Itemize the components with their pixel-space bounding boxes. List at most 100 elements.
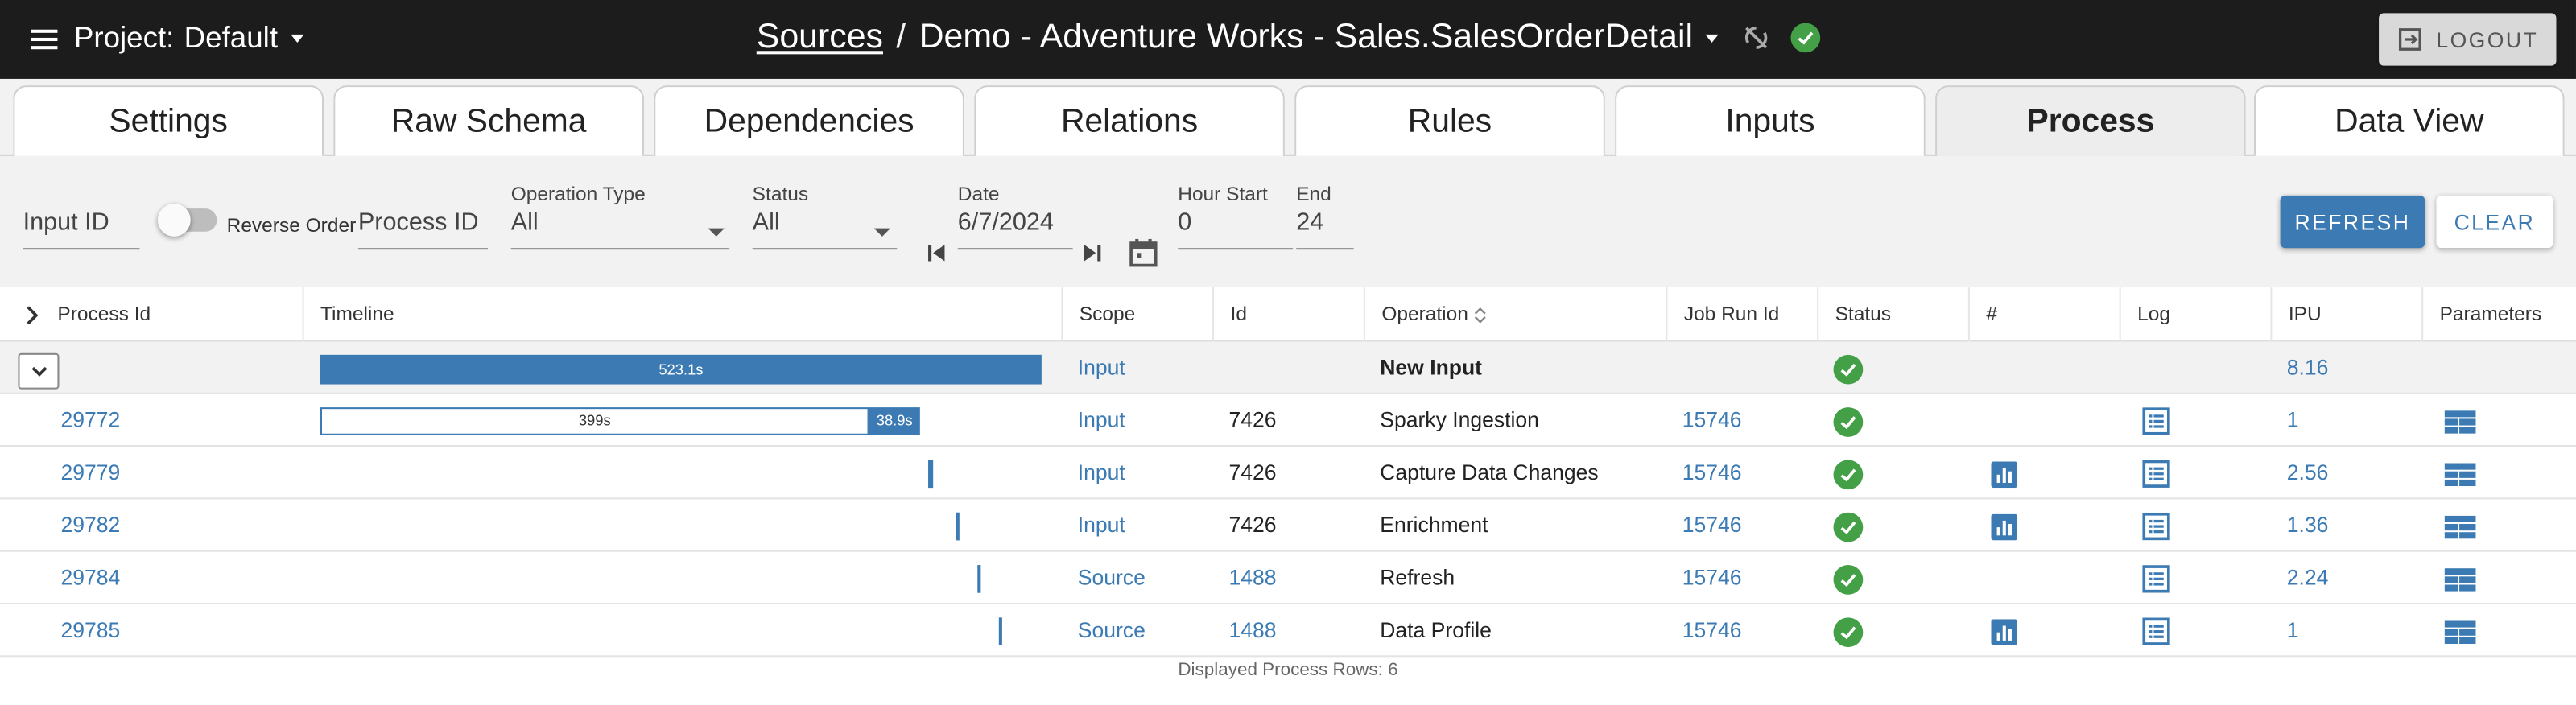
scope-link[interactable]: Input — [1061, 341, 1125, 394]
tab-inputs[interactable]: Inputs — [1615, 85, 1926, 156]
log-icon[interactable] — [2142, 565, 2170, 593]
table-view-icon[interactable] — [2444, 410, 2476, 433]
sync-disabled-icon[interactable] — [1740, 23, 1770, 53]
col-header-operation-label: Operation — [1381, 302, 1468, 326]
process-id-link[interactable]: 29784 — [44, 552, 121, 604]
scope-link[interactable]: Source — [1061, 552, 1146, 604]
log-icon[interactable] — [2142, 460, 2170, 489]
calendar-icon[interactable] — [1127, 237, 1160, 270]
status-select[interactable]: Status All — [752, 156, 898, 287]
timeline-bar — [998, 617, 1002, 646]
log-icon[interactable] — [2142, 513, 2170, 541]
status-cell — [1817, 604, 1864, 657]
end-value: 24 — [1296, 208, 1324, 237]
col-header-parameters: Parameters — [2421, 287, 2541, 342]
process-id-link[interactable]: 29772 — [44, 394, 121, 447]
end-label: End — [1296, 182, 1331, 206]
filter-bar: Input ID Reverse Order Process ID Operat… — [0, 155, 2576, 288]
job-run-id-link[interactable]: 15746 — [1666, 447, 1742, 499]
scope-link[interactable]: Input — [1061, 394, 1125, 447]
process-id-field[interactable]: Process ID — [357, 156, 489, 287]
table-view-icon[interactable] — [2444, 462, 2476, 486]
breadcrumb-sources-link[interactable]: Sources — [757, 18, 883, 57]
operation-name: Sparky Ingestion — [1380, 407, 1539, 432]
tab-settings[interactable]: Settings — [13, 85, 324, 156]
job-run-id-link[interactable]: 15746 — [1666, 499, 1742, 551]
ipu-value[interactable]: 8.16 — [2270, 341, 2329, 394]
tab-label: Inputs — [1725, 102, 1815, 139]
table-view-icon[interactable] — [2444, 514, 2476, 538]
table-row: 29772 399s 38.9s Input 7426 Sparky Inges… — [0, 394, 2576, 447]
breadcrumb: Sources / Demo - Adventure Works - Sales… — [0, 18, 2576, 57]
hour-start-value: 0 — [1178, 208, 1192, 237]
bar-chart-icon[interactable] — [1991, 618, 2018, 645]
previous-day-icon[interactable] — [925, 241, 948, 265]
scope-link[interactable]: Input — [1061, 499, 1125, 551]
ipu-value[interactable]: 1 — [2270, 394, 2299, 447]
process-id-link[interactable]: 29785 — [44, 604, 121, 657]
log-icon[interactable] — [2142, 407, 2170, 435]
col-header-job-run-id: Job Run Id — [1666, 287, 1779, 342]
reverse-order-label: Reverse Order — [226, 213, 357, 237]
parameters-cell — [2428, 447, 2476, 499]
id-value: 7426 — [1228, 512, 1277, 538]
bar-chart-icon[interactable] — [1991, 460, 2018, 488]
process-id-link[interactable]: 29779 — [44, 447, 121, 499]
collapse-group-button[interactable] — [18, 352, 60, 390]
col-header-timeline: Timeline — [302, 287, 394, 342]
ipu-value[interactable]: 1 — [2270, 604, 2299, 657]
table-row-group: 523.1s Input New Input 8.16 — [0, 341, 2576, 394]
status-ok-icon — [1790, 23, 1820, 53]
chevron-right-icon[interactable] — [23, 306, 43, 325]
stats-cell — [1975, 604, 2018, 657]
clear-button[interactable]: CLEAR — [2436, 195, 2553, 249]
next-day-icon[interactable] — [1081, 241, 1104, 265]
timeline-bar-label: 399s — [578, 412, 611, 429]
operation-type-select[interactable]: Operation Type All — [510, 156, 730, 287]
col-header-count: # — [1967, 287, 1997, 342]
log-cell — [2126, 394, 2170, 447]
input-id-field[interactable]: Input ID — [23, 156, 140, 287]
table-view-icon[interactable] — [2444, 620, 2476, 644]
col-header-operation[interactable]: Operation — [1363, 287, 1486, 342]
status-label: Status — [752, 182, 809, 206]
status-value: All — [752, 208, 780, 237]
tab-data-view[interactable]: Data View — [2253, 85, 2565, 156]
operation-type-label: Operation Type — [510, 182, 646, 206]
col-header-process-id[interactable]: Process Id — [41, 287, 151, 341]
logout-button[interactable]: LOGOUT — [2379, 13, 2557, 66]
ipu-value[interactable]: 1.36 — [2270, 499, 2329, 551]
hour-end-field[interactable]: End 24 — [1296, 156, 1354, 287]
sort-icon[interactable] — [1473, 306, 1486, 323]
date-field[interactable]: Date 6/7/2024 — [957, 156, 1073, 287]
id-link[interactable]: 1488 — [1212, 552, 1277, 604]
job-run-id-link[interactable]: 15746 — [1666, 604, 1742, 657]
log-icon[interactable] — [2142, 617, 2170, 645]
tab-dependencies[interactable]: Dependencies — [654, 85, 964, 156]
job-run-id-link[interactable]: 15746 — [1666, 552, 1742, 604]
chevron-down-icon — [31, 366, 47, 377]
job-run-id-link[interactable]: 15746 — [1666, 394, 1742, 447]
tab-process[interactable]: Process — [1935, 85, 2246, 156]
tab-relations[interactable]: Relations — [974, 85, 1285, 156]
ipu-value[interactable]: 2.24 — [2270, 552, 2329, 604]
scope-link[interactable]: Source — [1061, 604, 1146, 657]
tab-raw-schema[interactable]: Raw Schema — [333, 85, 644, 156]
id-value: 7426 — [1228, 407, 1277, 432]
status-cell — [1817, 394, 1864, 447]
ipu-value[interactable]: 2.56 — [2270, 447, 2329, 499]
operation-name: Capture Data Changes — [1380, 460, 1599, 485]
table-view-icon[interactable] — [2444, 567, 2476, 591]
id-link[interactable]: 1488 — [1212, 604, 1277, 657]
scope-link[interactable]: Input — [1061, 447, 1125, 499]
source-selector[interactable]: Demo - Adventure Works - Sales.SalesOrde… — [919, 18, 1718, 57]
tab-bar: Settings Raw Schema Dependencies Relatio… — [0, 78, 2576, 156]
breadcrumb-current: Demo - Adventure Works - Sales.SalesOrde… — [919, 18, 1694, 56]
status-ok-icon — [1833, 564, 1864, 594]
tab-rules[interactable]: Rules — [1294, 85, 1605, 156]
process-id-link[interactable]: 29782 — [44, 499, 121, 551]
reverse-order-toggle[interactable] — [157, 204, 217, 237]
hour-start-field[interactable]: Hour Start 0 — [1178, 156, 1294, 287]
bar-chart-icon[interactable] — [1991, 513, 2018, 540]
refresh-button[interactable]: REFRESH — [2280, 195, 2425, 249]
